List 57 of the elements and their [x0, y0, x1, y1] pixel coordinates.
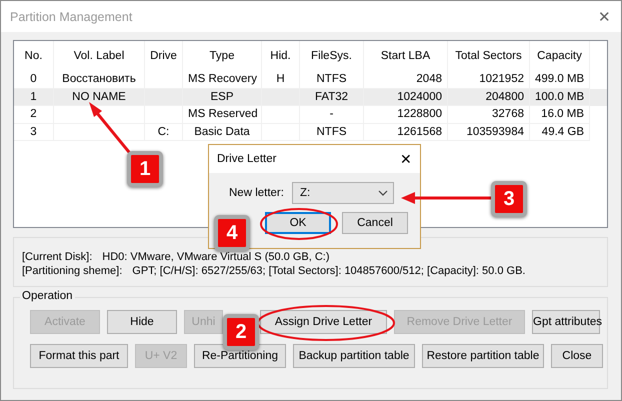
column-header[interactable]: Start LBA — [364, 41, 448, 71]
table-row[interactable]: 3 C: Basic Data NTFS 1261568 103593984 49.4 GB — [14, 124, 607, 142]
table-cell: 1261568 — [364, 124, 448, 142]
table-row[interactable]: 1 NO NAME ESP FAT32 1024000 204800 100.0 MB — [14, 88, 607, 106]
table-cell: - — [300, 106, 364, 124]
dialog-title: Drive Letter — [217, 153, 276, 165]
column-header[interactable]: FileSys. — [300, 41, 364, 71]
step-badge: 1 — [127, 151, 163, 187]
close-button[interactable]: ✕ — [400, 151, 412, 167]
table-cell: 1228800 — [364, 106, 448, 124]
action-button[interactable]: Hide — [107, 310, 177, 334]
table-cell: 49.4 GB — [530, 124, 590, 142]
table-row[interactable]: 2 MS Reserved - 1228800 32768 16.0 MB — [14, 106, 607, 124]
action-button[interactable]: Assign Drive Letter — [260, 310, 387, 334]
table-cell: 103593984 — [448, 124, 530, 142]
table-cell: ESP — [183, 88, 262, 106]
action-button[interactable]: Re-Partitioning — [194, 344, 286, 368]
table-cell: 3 — [14, 124, 54, 142]
table-cell: 32768 — [448, 106, 530, 124]
step-badge: 4 — [214, 215, 250, 251]
table-cell: MS Reserved — [183, 106, 262, 124]
column-header[interactable]: Drive — [145, 41, 183, 71]
column-header[interactable]: Total Sectors — [448, 41, 530, 71]
dialog-button[interactable]: Cancel — [342, 212, 408, 234]
drive-letter-dropdown[interactable]: Z: — [292, 182, 394, 204]
table-cell: 1 — [14, 88, 54, 106]
dialog-button[interactable]: OK — [265, 212, 331, 234]
action-button[interactable]: Format this part — [30, 344, 128, 368]
group-title: Operation — [20, 290, 75, 302]
table-cell: C: — [145, 124, 183, 142]
chevron-icon — [378, 190, 388, 196]
table-cell: FAT32 — [300, 88, 364, 106]
table-cell: 100.0 MB — [530, 88, 590, 106]
table-cell: 2 — [14, 106, 54, 124]
table-cell: 1024000 — [364, 88, 448, 106]
action-button[interactable]: Backup partition table — [293, 344, 415, 368]
step-badge: 2 — [223, 314, 259, 350]
window-title: Partition Management — [10, 10, 132, 24]
column-header[interactable]: No. — [14, 41, 54, 71]
column-header[interactable]: Vol. Label — [54, 41, 145, 71]
field-label: New letter: — [229, 187, 284, 199]
close-button[interactable]: ✕ — [598, 8, 611, 26]
action-button[interactable]: Restore partition table — [422, 344, 544, 368]
table-cell: Basic Data — [183, 124, 262, 142]
info-label: [Partitioning sheme]: — [22, 264, 122, 278]
info-label: [Current Disk]: — [22, 250, 92, 264]
column-header[interactable]: Capacity — [530, 41, 590, 71]
table-cell: 204800 — [448, 88, 530, 106]
table-cell: NTFS — [300, 124, 364, 142]
table-cell: 16.0 MB — [530, 106, 590, 124]
action-button[interactable]: Close — [551, 344, 603, 368]
step-badge: 3 — [491, 181, 527, 217]
info-value: GPT; [C/H/S]: 6527/255/63; [Total Sectors]: 104857600/512; [Capacity]: 50.0 GB. — [132, 264, 526, 278]
column-header[interactable]: Hid. — [262, 41, 300, 71]
info-value: HD0: VMware, VMware Virtual S (50.0 GB, C:) — [102, 250, 330, 264]
action-button[interactable]: Gpt attributes — [532, 310, 600, 334]
column-header[interactable]: Type — [183, 41, 262, 71]
